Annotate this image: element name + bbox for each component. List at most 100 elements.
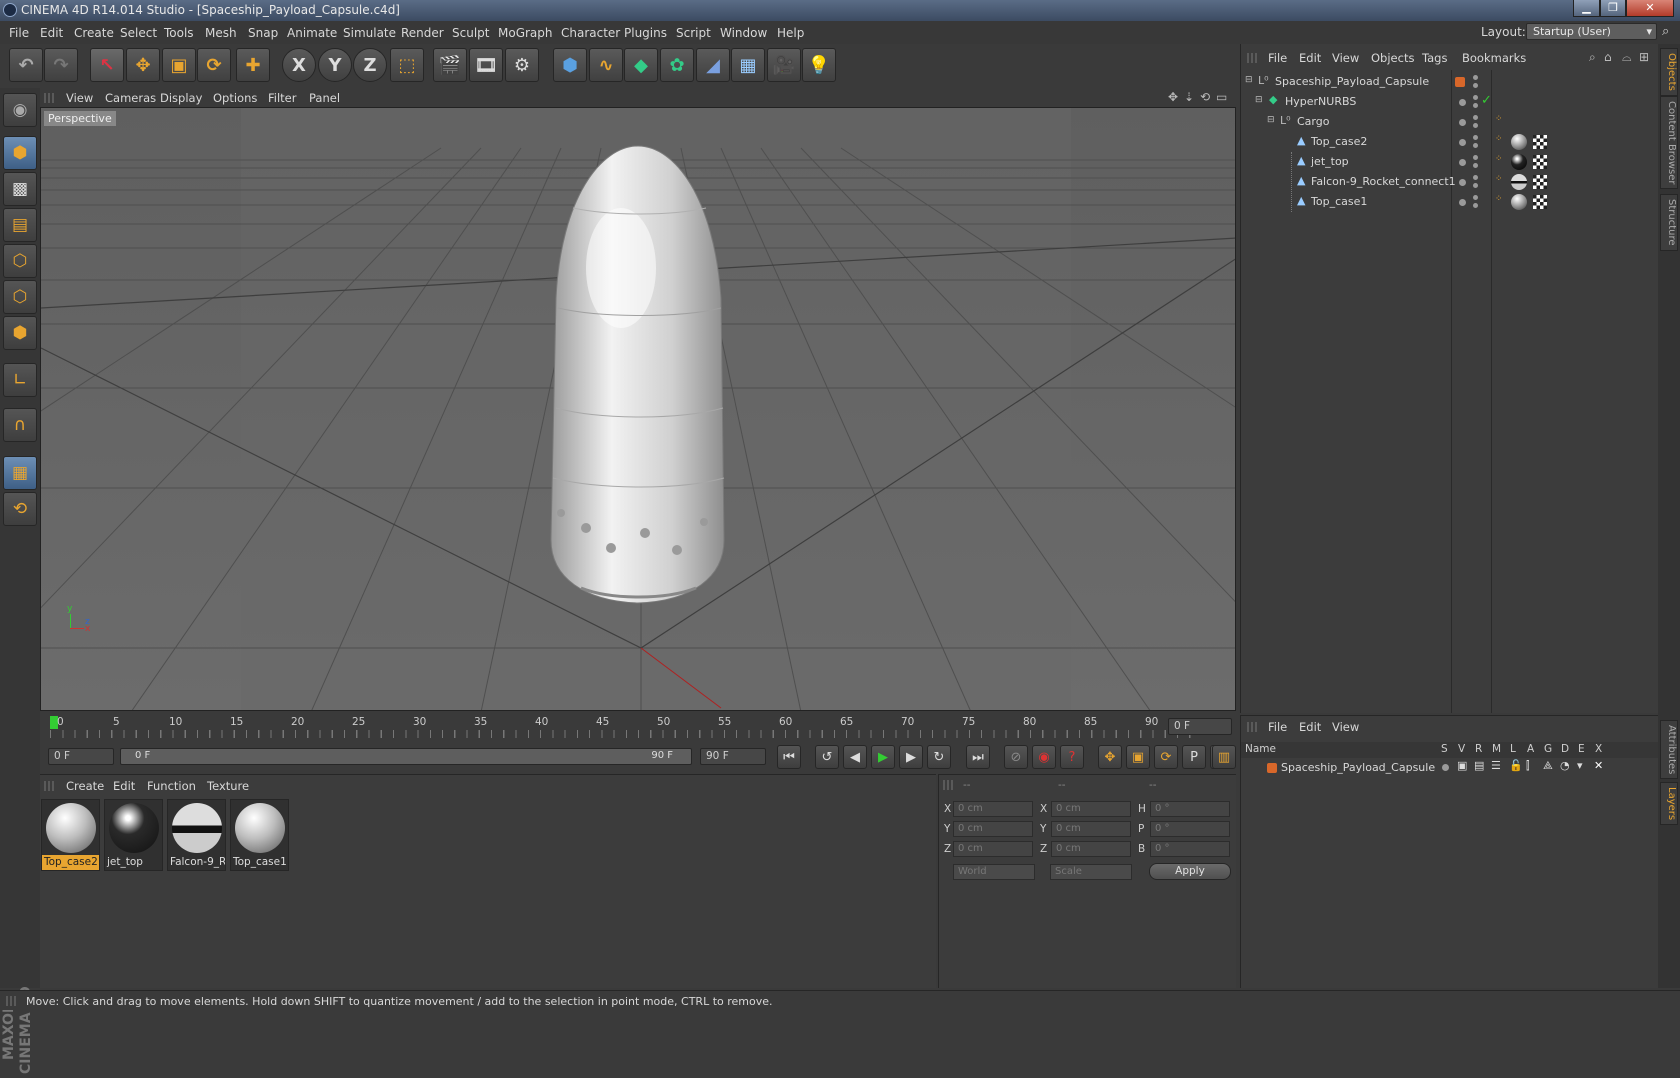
material-swatch[interactable]: Top_case2 bbox=[41, 799, 100, 871]
keyframe-selection-button[interactable]: ? bbox=[1060, 745, 1084, 769]
expression-toggle-icon[interactable]: ▾ bbox=[1577, 759, 1583, 772]
layer-menu-edit[interactable]: Edit bbox=[1299, 720, 1321, 734]
timeline-ruler[interactable]: 0 5 10 15 20 25 30 35 40 45 50 55 60 65 … bbox=[40, 713, 1236, 742]
preview-range-slider[interactable]: 0 F 90 F bbox=[120, 748, 692, 765]
go-to-start-button[interactable]: ⏮ bbox=[777, 745, 801, 769]
layer-menu-view[interactable]: View bbox=[1332, 720, 1359, 734]
menu-snap[interactable]: Snap bbox=[248, 26, 278, 40]
panel-grip-icon[interactable] bbox=[44, 93, 54, 103]
object-row[interactable]: ⊟ ◆ HyperNURBS ✓ bbox=[1241, 92, 1659, 112]
menu-select[interactable]: Select bbox=[120, 26, 157, 40]
previous-frame-button[interactable]: ◀ bbox=[843, 745, 867, 769]
magnet-snap-button[interactable]: ∩ bbox=[3, 408, 37, 442]
key-parameter-button[interactable]: P bbox=[1182, 745, 1206, 769]
position-z-field[interactable]: 0 cm bbox=[953, 841, 1033, 857]
coordinate-system-button[interactable]: ⬚ bbox=[390, 48, 424, 82]
tag-icon[interactable]: ⁘ bbox=[1495, 174, 1503, 184]
menu-help[interactable]: Help bbox=[777, 26, 804, 40]
deformer-button[interactable]: ◢ bbox=[696, 48, 730, 82]
key-rotation-button[interactable]: ⟳ bbox=[1154, 745, 1178, 769]
menu-mesh[interactable]: Mesh bbox=[205, 26, 237, 40]
view-toggle-icon[interactable]: ▣ bbox=[1457, 759, 1467, 772]
material-menu-create[interactable]: Create bbox=[66, 779, 104, 793]
end-frame-field[interactable]: 90 F bbox=[700, 748, 766, 765]
scale-tool-button[interactable]: ▣ bbox=[162, 48, 196, 82]
planar-workplane-button[interactable]: ⟲ bbox=[3, 492, 37, 526]
enabled-check-icon[interactable]: ✓ bbox=[1481, 93, 1492, 108]
column-generators[interactable]: G bbox=[1544, 743, 1552, 755]
spline-button[interactable]: ∿ bbox=[589, 48, 623, 82]
column-render[interactable]: R bbox=[1475, 743, 1482, 755]
previous-key-button[interactable]: ↺ bbox=[815, 745, 839, 769]
xref-toggle-icon[interactable]: ✕ bbox=[1594, 759, 1603, 772]
close-button[interactable]: ✕ bbox=[1626, 0, 1674, 17]
texture-tag-icon[interactable] bbox=[1533, 175, 1547, 189]
layer-color-tag[interactable] bbox=[1455, 77, 1465, 87]
menu-create[interactable]: Create bbox=[74, 26, 114, 40]
next-frame-button[interactable]: ▶ bbox=[899, 745, 923, 769]
position-y-field[interactable]: 0 cm bbox=[953, 821, 1033, 837]
menu-file[interactable]: File bbox=[9, 26, 29, 40]
column-view[interactable]: V bbox=[1458, 743, 1465, 755]
3d-viewport[interactable]: Perspective y z x bbox=[40, 107, 1236, 711]
collapse-icon[interactable]: ⊟ bbox=[1245, 75, 1253, 85]
viewport-menu-cameras[interactable]: Cameras bbox=[105, 91, 156, 105]
nurbs-button[interactable]: ◆ bbox=[624, 48, 658, 82]
object-menu-objects[interactable]: Objects bbox=[1371, 51, 1414, 65]
maximize-button[interactable]: ❐ bbox=[1600, 0, 1626, 17]
animation-toggle-icon[interactable]: ⫿ bbox=[1526, 759, 1530, 773]
undo-button[interactable]: ↶ bbox=[9, 48, 43, 82]
column-xref[interactable]: X bbox=[1595, 743, 1602, 755]
column-solo[interactable]: S bbox=[1441, 743, 1448, 755]
collapse-icon[interactable]: ⊟ bbox=[1267, 115, 1275, 125]
layer-color-swatch[interactable] bbox=[1267, 763, 1277, 773]
rotate-tool-button[interactable]: ⟳ bbox=[197, 48, 231, 82]
panel-grip-icon[interactable] bbox=[1247, 722, 1257, 732]
size-mode-select[interactable]: Scale bbox=[1050, 864, 1132, 880]
model-mode-button[interactable]: ⬢ bbox=[3, 136, 37, 170]
manager-toggle-icon[interactable]: ☰ bbox=[1491, 759, 1501, 772]
y-axis-lock-button[interactable]: Y bbox=[318, 48, 352, 82]
tab-objects[interactable]: Objects bbox=[1660, 48, 1678, 96]
rotation-h-field[interactable]: 0 ° bbox=[1150, 801, 1230, 817]
viewport-rotate-icon[interactable]: ⟲ bbox=[1200, 90, 1210, 104]
viewport-menu-filter[interactable]: Filter bbox=[268, 91, 296, 105]
render-picture-viewer-button[interactable]: 🎞 bbox=[469, 48, 503, 82]
current-frame-display[interactable]: 0 F bbox=[1168, 718, 1232, 735]
viewport-move-icon[interactable]: ✥ bbox=[1168, 90, 1178, 104]
material-tag-icon[interactable] bbox=[1511, 194, 1527, 210]
object-row[interactable]: ⊟ L⁰ Cargo ⁘ bbox=[1241, 112, 1659, 132]
texture-tag-icon[interactable] bbox=[1533, 135, 1547, 149]
menu-render[interactable]: Render bbox=[401, 26, 444, 40]
viewport-menu-options[interactable]: Options bbox=[213, 91, 257, 105]
edges-mode-button[interactable]: ⬡ bbox=[3, 280, 37, 314]
z-axis-lock-button[interactable]: Z bbox=[353, 48, 387, 82]
menu-character[interactable]: Character bbox=[561, 26, 620, 40]
texture-mode-button[interactable]: ▩ bbox=[3, 172, 37, 206]
column-expressions[interactable]: E bbox=[1578, 743, 1585, 755]
texture-tag-icon[interactable] bbox=[1533, 195, 1547, 209]
material-menu-edit[interactable]: Edit bbox=[113, 779, 135, 793]
viewport-maximize-icon[interactable]: ▭ bbox=[1216, 90, 1227, 104]
axis-mode-button[interactable]: ∟ bbox=[3, 363, 37, 397]
deformer-toggle-icon[interactable]: ◔ bbox=[1560, 759, 1570, 772]
material-tag-icon[interactable] bbox=[1511, 154, 1527, 170]
material-swatch[interactable]: Falcon-9_R bbox=[167, 799, 226, 871]
locked-workplane-button[interactable]: ▦ bbox=[3, 456, 37, 490]
spaceship-payload-capsule-model[interactable] bbox=[550, 145, 725, 604]
rotation-p-field[interactable]: 0 ° bbox=[1150, 821, 1230, 837]
workplane-mode-button[interactable]: ▤ bbox=[3, 208, 37, 242]
material-tag-icon[interactable] bbox=[1511, 134, 1527, 150]
tag-icon[interactable]: ⁘ bbox=[1495, 154, 1503, 164]
home-icon[interactable]: ⌂ bbox=[1604, 50, 1612, 64]
tab-layers[interactable]: Layers bbox=[1660, 782, 1678, 826]
viewport-menu-display[interactable]: Display bbox=[160, 91, 202, 105]
polygons-mode-button[interactable]: ⬢ bbox=[3, 316, 37, 350]
go-to-end-button[interactable]: ⏭ bbox=[966, 745, 990, 769]
record-keys-button[interactable]: ⊘ bbox=[1004, 745, 1028, 769]
tag-icon[interactable]: ⁘ bbox=[1495, 114, 1503, 124]
render-settings-button[interactable]: ⚙ bbox=[505, 48, 539, 82]
tag-icon[interactable]: ⁘ bbox=[1495, 134, 1503, 144]
key-scale-button[interactable]: ▣ bbox=[1126, 745, 1150, 769]
coordinate-space-select[interactable]: World bbox=[953, 864, 1035, 880]
